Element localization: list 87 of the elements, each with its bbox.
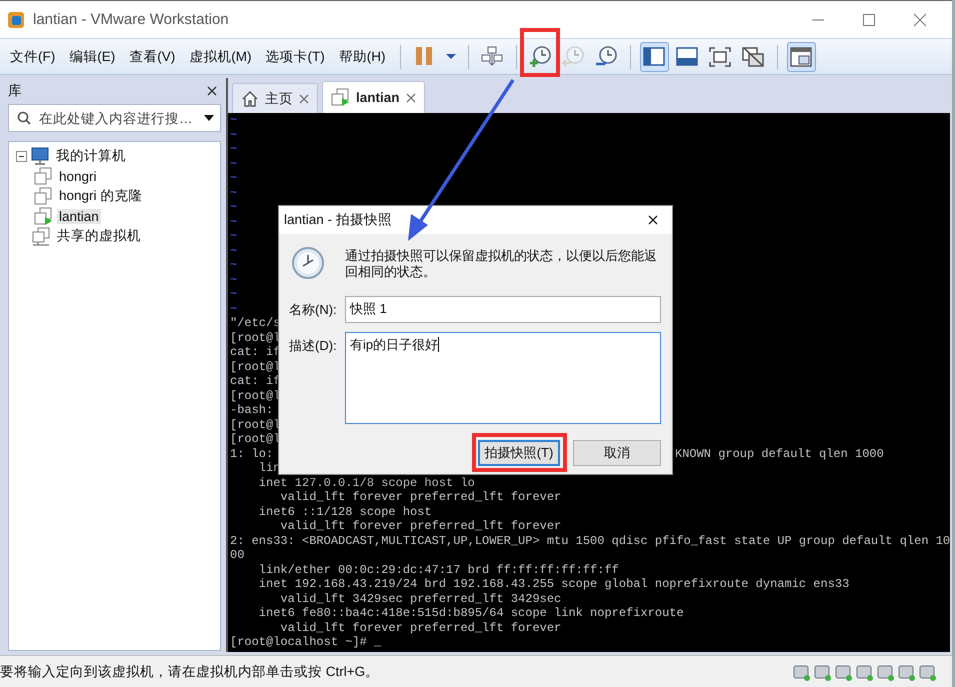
search-field[interactable]: 在此处键入内容进行搜… (8, 104, 221, 132)
menu-item[interactable]: 编辑(E) (62, 48, 122, 66)
computer-icon (31, 146, 50, 166)
tree-item[interactable]: 共享的虚拟机 (55, 227, 143, 245)
terminal-line: ~ (230, 200, 238, 214)
status-text: 要将输入定向到该虚拟机，请在虚拟机内部单击或按 Ctrl+G。 (0, 662, 380, 680)
terminal-line: ~ (230, 258, 238, 272)
dialog-button[interactable]: 拍摄快照(T) (478, 440, 560, 466)
tree-item[interactable]: lantian (57, 208, 101, 224)
terminal-line: ~ (230, 142, 238, 156)
menu-item[interactable]: 文件(F) (3, 48, 62, 66)
terminal-line: valid_lft forever preferred_lft forever (279, 490, 562, 504)
terminal-line: [root@l (230, 330, 280, 345)
tree-item[interactable]: hongri 的克隆 (57, 187, 144, 205)
dialog-button[interactable]: 取消 (573, 440, 661, 466)
terminal-line: inet6 ::1/128 scope host (258, 504, 432, 519)
monitor-icon (675, 44, 699, 68)
vm-running-icon (34, 206, 53, 226)
clock-plus-icon (528, 44, 552, 68)
tree-item[interactable]: hongri (57, 168, 99, 184)
collapse-icon[interactable] (16, 150, 27, 162)
window-title: lantian - VMware Workstation (33, 11, 230, 28)
clock-icon (291, 246, 325, 280)
terminal-line: ~ (230, 156, 238, 171)
clock-arrow-icon (561, 44, 585, 68)
dialog-title: lantian - 拍摄快照 (284, 211, 392, 229)
vm-running-icon (331, 88, 350, 107)
menu-item[interactable]: 虚拟机(M) (182, 48, 258, 66)
terminal-line: [root@localhost ~]# _ (230, 635, 382, 650)
terminal-line: ~ (230, 113, 238, 128)
panel-title: 库 (8, 82, 22, 100)
terminal-line: "/etc/s (230, 316, 280, 330)
terminal-line: ~ (230, 287, 238, 302)
terminal-line: inet6 fe80::ba4c:418e:515d:b895/64 scope link noprefixroute (258, 606, 684, 620)
sidebar-layout-icon (642, 44, 666, 68)
terminal-line: valid_lft forever preferred_lft forever (279, 620, 562, 635)
field-label: 名称(N): (289, 301, 338, 319)
window-layout-icon (789, 44, 813, 68)
terminal-line: valid_lft 3429sec preferred_lft 3429sec (279, 592, 562, 606)
terminal-line: -bash: (230, 403, 274, 418)
terminal-line: ~ (230, 229, 238, 244)
terminal-line: [root@l (230, 360, 280, 374)
search-icon (17, 111, 31, 125)
terminal-line: [root@l (230, 418, 280, 432)
terminal-line: [root@l (230, 432, 280, 446)
menu-item[interactable]: 查看(V) (122, 48, 182, 66)
terminal-line: 00 (230, 548, 244, 562)
close-icon[interactable] (648, 215, 658, 225)
terminal-line: 1: lo: (230, 446, 274, 461)
terminal-line: ~ (230, 272, 238, 287)
tab[interactable]: lantian (322, 81, 425, 113)
maximize-icon[interactable] (862, 12, 876, 26)
terminal-line: KNOWN group default qlen 1000 (675, 446, 884, 461)
terminal-line: valid_lft forever preferred_lft forever (279, 519, 562, 534)
terminal-line: ~ (230, 186, 238, 200)
caret-icon (446, 54, 456, 59)
dialog-message: 通过拍摄快照可以保留虚拟机的状态，以便以后您能返回相同的状态。 (345, 248, 657, 280)
terminal-line: ~ (230, 244, 238, 258)
terminal-line: inet 192.168.43.219/24 brd 192.168.43.255 scope global noprefixroute dynamic ens33 (258, 577, 850, 592)
terminal-line: link/ether 00:0c:29:dc:47:17 brd ff:ff:ff:ff:ff:ff (258, 562, 619, 577)
terminal-line: ~ (230, 128, 238, 142)
input-field[interactable]: 快照 1 (345, 296, 661, 323)
crossed-windows-icon (741, 44, 765, 68)
computers-icon (481, 44, 503, 68)
menu-item[interactable]: 选项卡(T) (258, 48, 332, 66)
vm-icon (34, 186, 53, 206)
text-area[interactable]: 有ip的日子很好 (345, 332, 661, 424)
toolbar-button[interactable] (786, 42, 816, 72)
menu-item[interactable]: 帮助(H) (332, 48, 392, 66)
caret-icon[interactable] (204, 113, 214, 123)
clock-wrench-icon (594, 44, 618, 68)
terminal-line: inet 127.0.0.1/8 scope host lo (258, 476, 475, 490)
toolbar-button[interactable] (640, 42, 668, 72)
shared-vm-icon (32, 226, 51, 246)
fullscreen-icon (708, 44, 732, 68)
app-icon (8, 12, 24, 28)
terminal-line: ~ (230, 302, 238, 316)
terminal-line: ~ (230, 171, 238, 186)
tab[interactable]: 主页 (232, 83, 318, 113)
terminal-line: [root@l (230, 388, 280, 403)
vm-icon (34, 166, 53, 186)
terminal-line: 2: ens33: <BROADCAST,MULTICAST,UP,LOWER_UP> mtu 1500 qdisc pfifo_fast state UP group default qlen 10 (230, 534, 950, 548)
home-icon (241, 90, 259, 108)
tree-item[interactable]: 我的计算机 (54, 147, 128, 165)
close-icon[interactable] (207, 86, 217, 96)
terminal-line: ~ (230, 214, 238, 229)
field-label: 描述(D): (289, 337, 338, 355)
